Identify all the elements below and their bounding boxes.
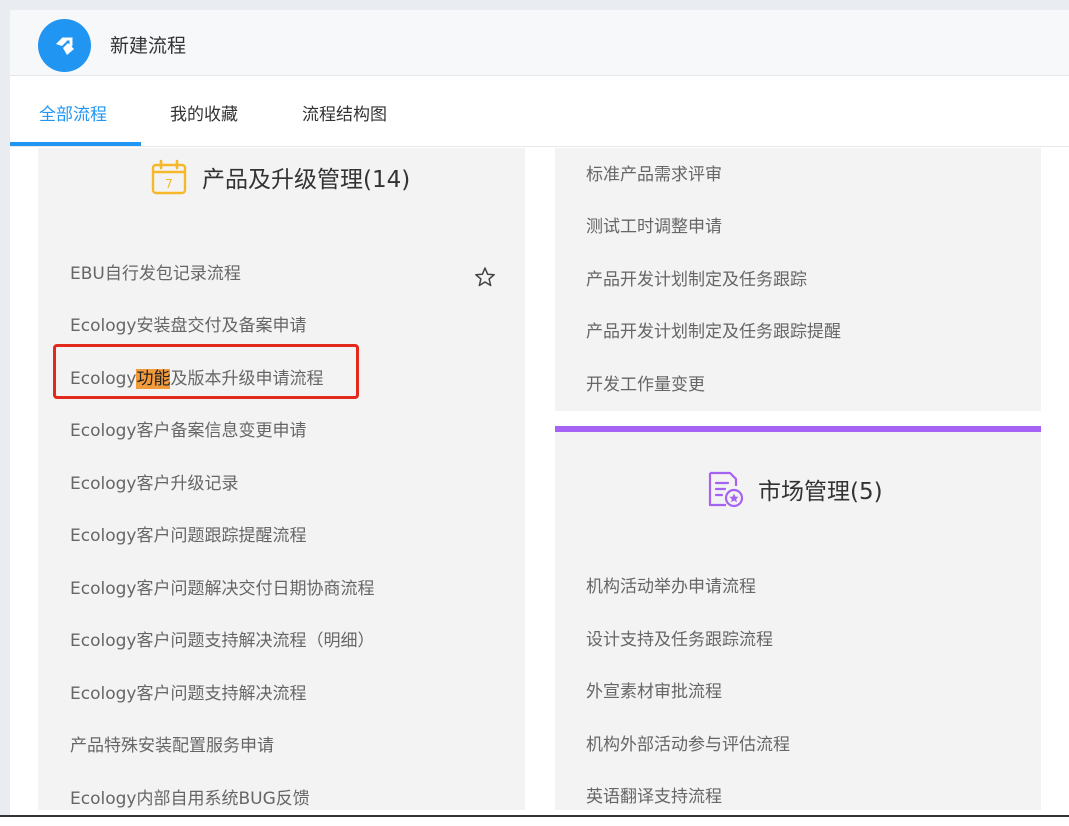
app-header: 新建流程 bbox=[10, 10, 1069, 76]
workflow-item[interactable]: Ecology客户升级记录 bbox=[70, 469, 238, 494]
workflow-item[interactable]: 产品开发计划制定及任务跟踪 bbox=[586, 265, 807, 290]
tab-bar: 全部流程 我的收藏 流程结构图 bbox=[10, 77, 1069, 147]
workflow-item[interactable]: Ecology内部自用系统BUG反馈 bbox=[70, 784, 310, 809]
workflow-item[interactable]: 开发工作量变更 bbox=[586, 370, 705, 395]
workflow-item[interactable]: 英语翻译支持流程 bbox=[586, 782, 722, 807]
workflow-item[interactable]: 设计支持及任务跟踪流程 bbox=[586, 625, 773, 650]
category-header-product: 7 产品及升级管理(14) bbox=[150, 158, 410, 196]
workflow-item[interactable]: 产品开发计划制定及任务跟踪提醒 bbox=[586, 317, 841, 342]
workflow-item[interactable]: Ecology安装盘交付及备案申请 bbox=[70, 311, 306, 336]
new-workflow-window: 新建流程 全部流程 我的收藏 流程结构图 7 产品及升级管理(14) EBU自行… bbox=[10, 10, 1069, 826]
category-title-product: 产品及升级管理(14) bbox=[202, 167, 411, 193]
item-text-after: 及版本升级申请流程 bbox=[170, 369, 324, 389]
bottom-edge-bar bbox=[0, 815, 1069, 826]
document-badge-icon bbox=[706, 470, 744, 508]
category-panel-product-continued: 标准产品需求评审 测试工时调整申请 产品开发计划制定及任务跟踪 产品开发计划制定… bbox=[555, 148, 1041, 411]
calendar-icon: 7 bbox=[150, 158, 188, 196]
workflow-item[interactable]: 机构外部活动参与评估流程 bbox=[586, 730, 790, 755]
category-accent-bar-market bbox=[555, 426, 1041, 432]
tab-all-workflows[interactable]: 全部流程 bbox=[39, 100, 107, 125]
workflow-item[interactable]: 产品特殊安装配置服务申请 bbox=[70, 731, 274, 756]
search-highlight: 功能 bbox=[136, 369, 171, 389]
workflow-item[interactable]: 外宣素材审批流程 bbox=[586, 677, 722, 702]
workflow-catalog[interactable]: 7 产品及升级管理(14) EBU自行发包记录流程 Ecology安装盘交付及备… bbox=[10, 148, 1069, 810]
workflow-item[interactable]: Ecology客户问题支持解决流程（明细） bbox=[70, 626, 374, 651]
workflow-item[interactable]: 测试工时调整申请 bbox=[586, 212, 722, 237]
item-text-before: Ecology bbox=[70, 369, 137, 389]
workflow-item[interactable]: EBU自行发包记录流程 bbox=[70, 259, 241, 284]
workflow-item[interactable]: Ecology客户问题跟踪提醒流程 bbox=[70, 521, 306, 546]
active-tab-indicator bbox=[10, 142, 141, 146]
category-header-market: 市场管理(5) bbox=[706, 470, 883, 508]
category-title-market: 市场管理(5) bbox=[758, 479, 883, 505]
workflow-item[interactable]: 标准产品需求评审 bbox=[586, 160, 722, 185]
svg-text:7: 7 bbox=[165, 177, 173, 191]
workflow-item[interactable]: 机构活动举办申请流程 bbox=[586, 572, 756, 597]
workflow-item[interactable]: Ecology客户备案信息变更申请 bbox=[70, 416, 306, 441]
tab-workflow-structure[interactable]: 流程结构图 bbox=[302, 100, 387, 125]
category-panel-product: 7 产品及升级管理(14) EBU自行发包记录流程 Ecology安装盘交付及备… bbox=[38, 148, 525, 810]
tab-my-favorites[interactable]: 我的收藏 bbox=[170, 100, 238, 125]
star-icon[interactable] bbox=[474, 266, 496, 288]
workflow-item[interactable]: Ecology客户问题支持解决流程 bbox=[70, 679, 306, 704]
app-title: 新建流程 bbox=[110, 35, 187, 57]
category-panel-market: 市场管理(5) 机构活动举办申请流程 设计支持及任务跟踪流程 外宣素材审批流程 … bbox=[555, 426, 1041, 810]
app-logo-icon bbox=[38, 19, 91, 72]
workflow-item-highlighted[interactable]: Ecology功能及版本升级申请流程 bbox=[70, 364, 323, 389]
workflow-item[interactable]: Ecology客户问题解决交付日期协商流程 bbox=[70, 574, 374, 599]
